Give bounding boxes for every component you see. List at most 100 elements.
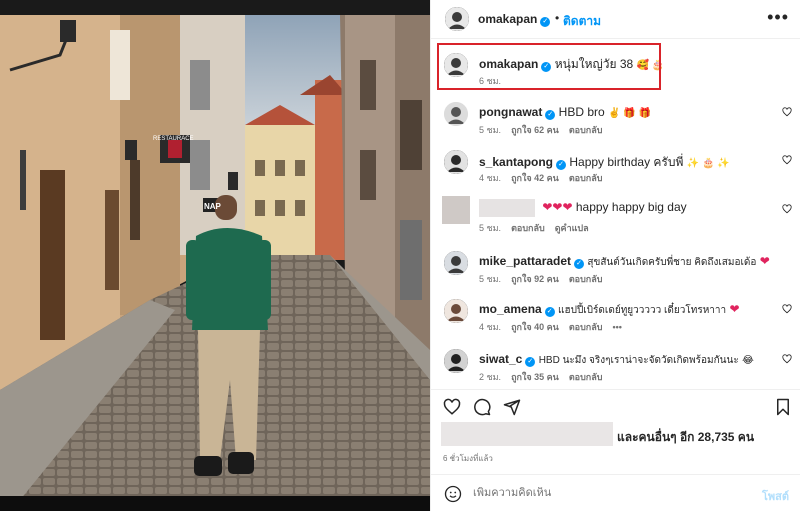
- post-header: omakapan ✓ • ติดตาม •••: [431, 0, 800, 39]
- comment-meta: 5 ชม. ตอบกลับ ดูคำแปล: [479, 221, 599, 235]
- like-comment-heart-icon[interactable]: [782, 304, 792, 314]
- street-photo-illustration: RESTAURACE NAP: [0, 0, 430, 511]
- redacted-username: [479, 199, 535, 217]
- comment-emoji: ✨ 🎂 ✨: [686, 158, 730, 169]
- comment-emoji: ❤: [759, 254, 770, 268]
- comment-text-line: siwat_c ✓ HBD นะมึง จริงๆเราน่าจะจัดวัดเก…: [479, 352, 754, 368]
- more-options-icon[interactable]: •••: [767, 7, 789, 28]
- comment-item: mo_amena ✓ แฮปปี้เบิร์ดเดย์ทูยูววววว เดี๋…: [431, 299, 800, 347]
- add-comment-input[interactable]: [473, 487, 723, 499]
- comment-item: ❤❤❤ happy happy big day 5 ชม. ตอบกลับ ดูคำ…: [431, 196, 800, 244]
- comment-meta: 4 ชม. ถูกใจ 42 คน ตอบกลับ: [479, 171, 612, 185]
- comment-bubble-icon[interactable]: [473, 398, 491, 416]
- caption-username[interactable]: omakapan: [479, 57, 538, 71]
- comment-time[interactable]: 4 ชม.: [479, 322, 501, 332]
- reply-button[interactable]: ตอบกลับ: [511, 223, 545, 233]
- commenter-username[interactable]: mike_pattaradet: [479, 254, 571, 268]
- reply-button[interactable]: ตอบกลับ: [569, 322, 603, 332]
- commenter-avatar[interactable]: [444, 299, 468, 323]
- verified-badge-icon: ✓: [556, 160, 567, 170]
- post-caption: omakapan ✓ หนุ่มใหญ่วัย 38 🥰 🎂 6 ชม.: [431, 44, 800, 90]
- likes-count-text[interactable]: และคนอื่นๆ อีก 28,735 คน: [617, 428, 754, 447]
- reply-button[interactable]: ตอบกลับ: [569, 173, 603, 183]
- comment-meta: 2 ชม. ถูกใจ 35 คน ตอบกลับ: [479, 370, 612, 384]
- like-comment-heart-icon[interactable]: [782, 107, 792, 117]
- comment-text: Happy birthday ครับพี่: [569, 155, 684, 169]
- post-photo[interactable]: RESTAURACE NAP: [0, 0, 430, 511]
- verified-badge-icon: ✓: [541, 62, 552, 72]
- comment-meta: 4 ชม. ถูกใจ 40 คน ตอบกลับ •••: [479, 320, 632, 334]
- verified-badge-icon: ✓: [544, 307, 555, 317]
- comment-text: HBD นะมึง จริงๆเราน่าจะจัดวัดเกิดพร้อมกั…: [538, 355, 739, 366]
- commenter-avatar[interactable]: [442, 196, 470, 224]
- comment-emoji: 😂: [742, 355, 754, 366]
- author-avatar[interactable]: [445, 7, 469, 31]
- comment-emoji: ❤: [729, 302, 740, 316]
- comment-like-count[interactable]: ถูกใจ 40 คน: [511, 322, 559, 332]
- comment-time[interactable]: 5 ชม.: [479, 223, 501, 233]
- comment-text-line: mo_amena ✓ แฮปปี้เบิร์ดเดย์ทูยูววววว เดี๋…: [479, 302, 740, 318]
- comment-time[interactable]: 5 ชม.: [479, 274, 501, 284]
- save-bookmark-icon[interactable]: [774, 398, 792, 416]
- post-action-bar: [431, 389, 800, 419]
- comment-text: แฮปปี้เบิร์ดเดย์ทูยูววววว เดี๋ยวโทรหาาา: [558, 305, 727, 316]
- verified-badge-icon: ✓: [525, 357, 536, 367]
- commenter-username[interactable]: s_kantapong: [479, 155, 553, 169]
- see-translation-button[interactable]: ดูคำแปล: [555, 223, 589, 233]
- author-username[interactable]: omakapan ✓: [478, 12, 551, 27]
- commenter-avatar[interactable]: [444, 102, 468, 126]
- post-detail-panel: omakapan ✓ • ติดตาม ••• omakapan ✓ หนุ่มให…: [430, 0, 800, 511]
- comment-text: HBD bro: [558, 105, 605, 119]
- nap-sign: NAP: [204, 202, 222, 211]
- share-send-icon[interactable]: [503, 398, 521, 416]
- reply-button[interactable]: ตอบกลับ: [569, 372, 603, 382]
- comment-text-line: pongnawat ✓ HBD bro ✌️ 🎁 🎁: [479, 105, 651, 120]
- verified-badge-icon: ✓: [540, 17, 551, 27]
- comment-time[interactable]: 4 ชม.: [479, 173, 501, 183]
- commenter-avatar[interactable]: [444, 150, 468, 174]
- comment-meta: 5 ชม. ถูกใจ 62 คน ตอบกลับ: [479, 123, 612, 137]
- comment-text-line: s_kantapong ✓ Happy birthday ครับพี่ ✨ 🎂 …: [479, 153, 730, 172]
- reply-button[interactable]: ตอบกลับ: [569, 274, 603, 284]
- post-comment-button[interactable]: โพสต์: [762, 487, 789, 505]
- add-comment-bar: โพสต์: [431, 474, 800, 511]
- comment-text: สุขสันต์วันเกิดครับพี่ชาย คิดถึงเสมอเด้อ: [587, 257, 757, 268]
- like-heart-icon[interactable]: [443, 398, 461, 416]
- restaurace-sign: RESTAURACE: [153, 136, 194, 142]
- comment-meta: 5 ชม. ถูกใจ 92 คน ตอบกลับ: [479, 272, 612, 286]
- commenter-username[interactable]: pongnawat: [479, 105, 542, 119]
- caption-time[interactable]: 6 ชม.: [479, 74, 501, 88]
- commenter-username[interactable]: mo_amena: [479, 302, 542, 316]
- comment-time[interactable]: 5 ชม.: [479, 125, 501, 135]
- verified-badge-icon: ✓: [545, 110, 556, 120]
- comment-like-count[interactable]: ถูกใจ 92 คน: [511, 274, 559, 284]
- comment-text: happy happy big day: [575, 200, 687, 215]
- commenter-username[interactable]: siwat_c: [479, 352, 522, 366]
- caption-avatar[interactable]: [444, 53, 468, 77]
- caption-line: omakapan ✓ หนุ่มใหญ่วัย 38 🥰 🎂: [479, 55, 664, 74]
- redacted-likers: [441, 422, 613, 446]
- reply-button[interactable]: ตอบกลับ: [569, 125, 603, 135]
- like-comment-heart-icon[interactable]: [782, 354, 792, 364]
- comment-like-count[interactable]: ถูกใจ 42 คน: [511, 173, 559, 183]
- caption-emoji: 🥰 🎂: [636, 60, 665, 71]
- comment-time[interactable]: 2 ชม.: [479, 372, 501, 382]
- comment-item: mike_pattaradet ✓ สุขสันต์วันเกิดครับพี่ช…: [431, 251, 800, 299]
- comment-like-count[interactable]: ถูกใจ 62 คน: [511, 125, 559, 135]
- follow-button[interactable]: ติดตาม: [563, 12, 601, 31]
- posted-time[interactable]: 6 ชั่วโมงที่แล้ว: [443, 452, 493, 465]
- like-comment-heart-icon[interactable]: [782, 204, 792, 214]
- comment-like-count[interactable]: ถูกใจ 35 คน: [511, 372, 559, 382]
- comment-emoji: ❤❤❤: [542, 200, 573, 215]
- verified-badge-icon: ✓: [574, 259, 585, 269]
- commenter-avatar[interactable]: [444, 251, 468, 275]
- likes-summary: และคนอื่นๆ อีก 28,735 คน: [431, 420, 800, 450]
- caption-text: หนุ่มใหญ่วัย 38: [554, 57, 634, 71]
- emoji-smile-icon[interactable]: [444, 485, 462, 503]
- like-comment-heart-icon[interactable]: [782, 155, 792, 165]
- comment-more-icon[interactable]: •••: [612, 322, 621, 332]
- comment-emoji: ✌️ 🎁 🎁: [608, 108, 651, 119]
- commenter-avatar[interactable]: [444, 349, 468, 373]
- comment-text-line: mike_pattaradet ✓ สุขสันต์วันเกิดครับพี่ช…: [479, 254, 770, 270]
- comment-item: pongnawat ✓ HBD bro ✌️ 🎁 🎁 5 ชม. ถูกใจ 62 …: [431, 102, 800, 150]
